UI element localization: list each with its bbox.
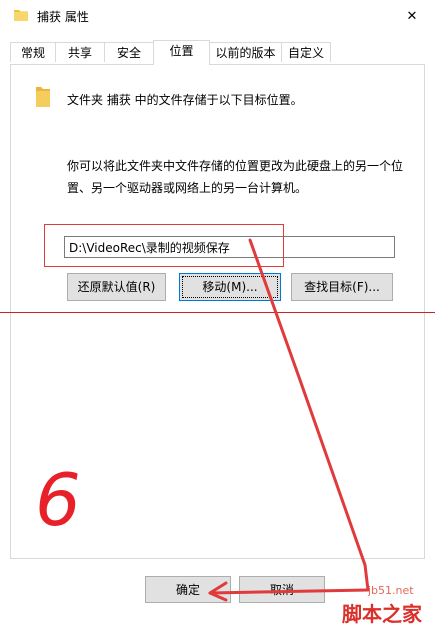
close-button[interactable]: ✕ [389, 0, 435, 32]
tab-general[interactable]: 常规 [10, 42, 56, 62]
tab-customize[interactable]: 自定义 [281, 42, 331, 62]
tab-sharing[interactable]: 共享 [55, 42, 105, 62]
annotation-highlight-box [44, 224, 284, 267]
watermark-site: jb51.net [368, 584, 414, 597]
tab-location[interactable]: 位置 [153, 40, 210, 65]
focus-ring [182, 276, 278, 298]
window-title: 捕获 属性 [37, 10, 89, 24]
title-bar: 捕获 属性 ✕ [0, 0, 435, 32]
folder-icon [36, 87, 50, 107]
tab-previous-versions[interactable]: 以前的版本 [209, 42, 282, 62]
folder-icon [14, 10, 28, 21]
cancel-button[interactable]: 取消 [239, 576, 325, 603]
move-button[interactable]: 移动(M)... [179, 273, 281, 301]
tab-security[interactable]: 安全 [104, 42, 154, 62]
ok-button[interactable]: 确定 [145, 576, 231, 603]
close-icon: ✕ [406, 8, 418, 24]
location-hint: 你可以将此文件夹中文件存储的位置更改为此硬盘上的另一个位置、另一个驱动器或网络上… [67, 159, 404, 195]
restore-default-button[interactable]: 还原默认值(R) [67, 273, 166, 301]
watermark-brand: 脚本之家 [342, 602, 422, 626]
find-target-button[interactable]: 查找目标(F)... [291, 273, 393, 301]
location-description: 文件夹 捕获 中的文件存储于以下目标位置。 [67, 93, 303, 107]
annotation-horizontal-line [0, 312, 435, 313]
